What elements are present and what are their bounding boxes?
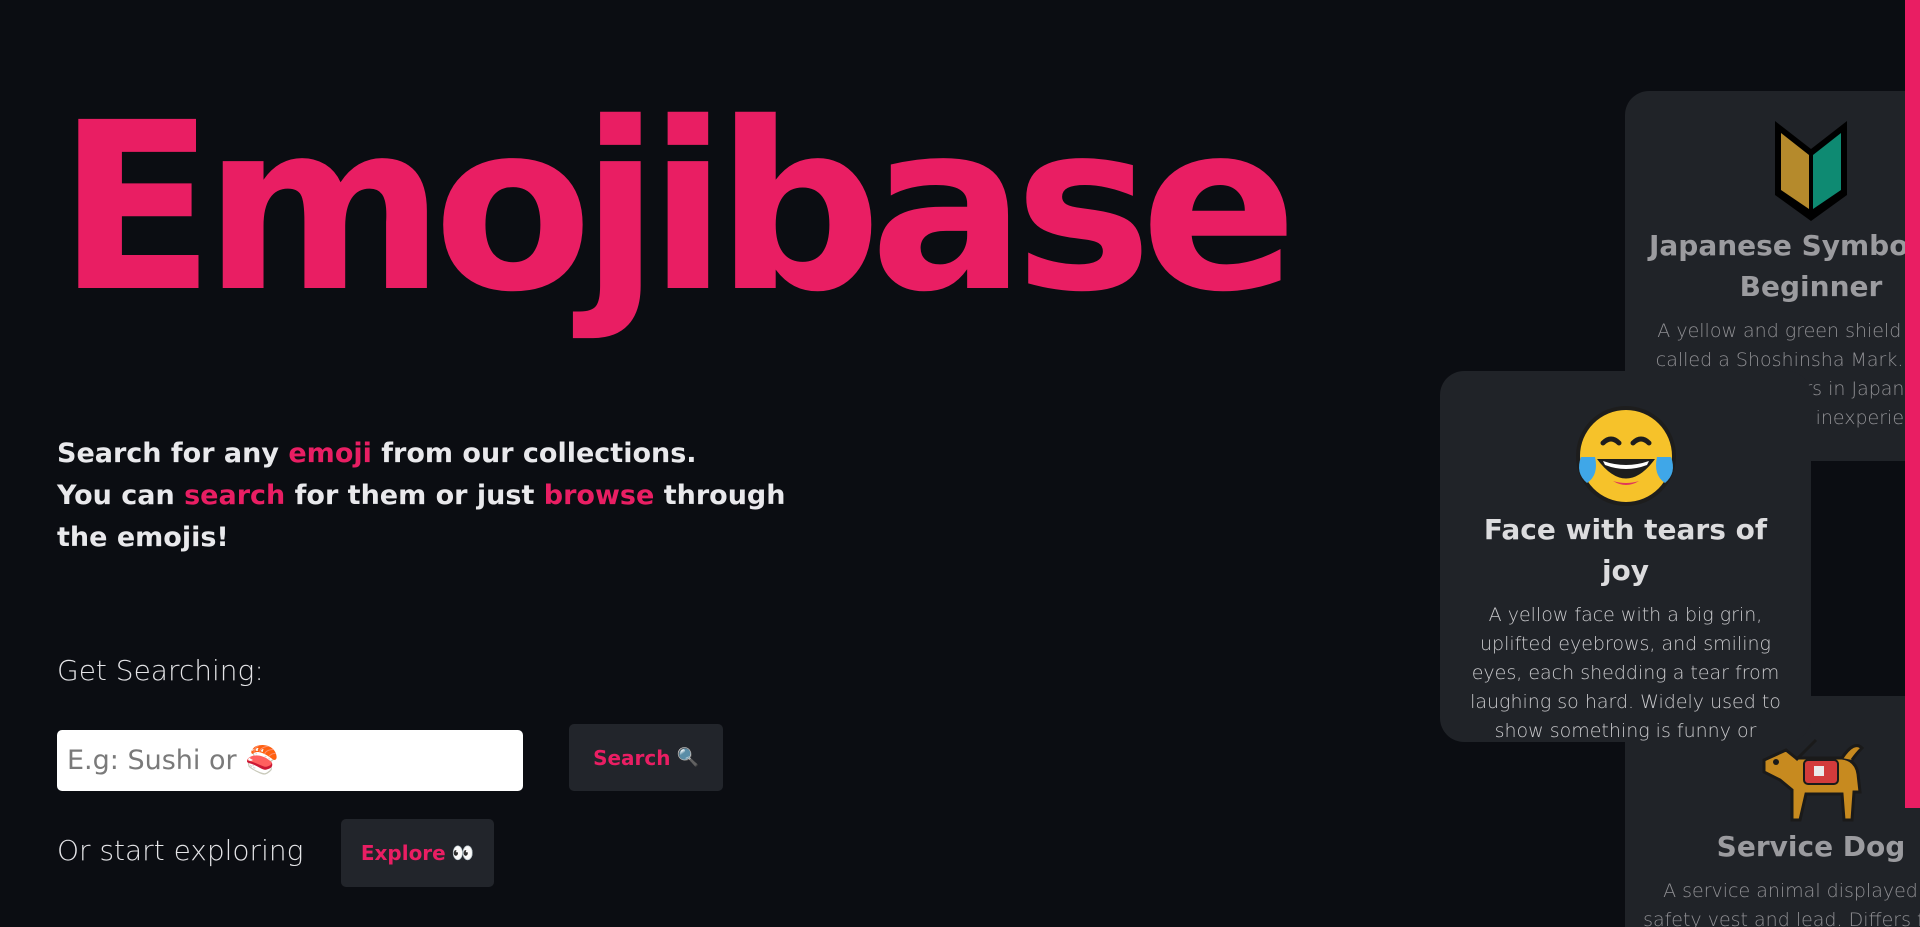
tagline-accent-browse: browse: [543, 480, 655, 511]
explore-prompt: Or start exploring: [57, 834, 304, 867]
hero-title: Emojibase: [57, 73, 1298, 343]
tagline-text: from our collections.: [371, 438, 697, 469]
explore-button[interactable]: Explore 👀: [341, 819, 494, 887]
tagline-text: You can: [57, 480, 185, 511]
search-button[interactable]: Search 🔍: [569, 724, 723, 791]
search-heading: Get Searching:: [57, 654, 264, 687]
face-with-tears-of-joy-icon: [1575, 406, 1676, 506]
search-button-label: Search: [593, 745, 671, 770]
tagline-text: for them or just: [285, 480, 544, 511]
page: Emojibase Search for any emoji from our …: [0, 0, 1920, 927]
japanese-beginner-symbol-icon: [1775, 121, 1847, 221]
tagline: Search for any emoji from our collection…: [57, 433, 817, 559]
search-input[interactable]: [57, 730, 523, 791]
tagline-accent-search: search: [184, 480, 286, 511]
card-title: Face with tears of joy: [1483, 513, 1768, 587]
explore-button-label: Explore: [360, 841, 446, 865]
tagline-text: Search for any: [57, 438, 289, 469]
card-title: Service Dog: [1716, 830, 1906, 863]
card-title: Japanese Symbol for Beginner: [1648, 229, 1920, 303]
card-description: A yellow face with a big grin, uplifted …: [1470, 604, 1781, 742]
magnifying-glass-icon: 🔍: [676, 747, 699, 768]
service-dog-icon: [1762, 738, 1865, 822]
card-description: A service animal displayed in a safety v…: [1643, 880, 1920, 927]
emoji-card-face-with-tears-of-joy[interactable]: Face with tears of joy A yellow face wit…: [1440, 371, 1811, 742]
scrollbar-thumb[interactable]: [1905, 0, 1920, 808]
tagline-accent-emoji: emoji: [288, 438, 372, 469]
eyes-icon: 👀: [451, 842, 475, 864]
